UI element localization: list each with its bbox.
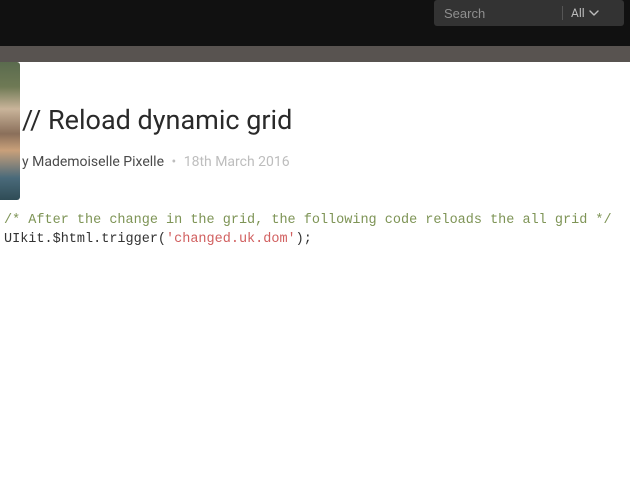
snippet-date: 18th March 2016: [184, 154, 290, 170]
search-divider: [562, 6, 563, 20]
byline-prefix: y: [22, 154, 29, 170]
content-area: // Reload dynamic grid y Mademoiselle Pi…: [0, 62, 630, 250]
search-container: All: [434, 0, 624, 26]
author-link[interactable]: Mademoiselle Pixelle: [32, 154, 164, 170]
filter-dropdown[interactable]: All: [571, 6, 599, 20]
meta-separator: •: [171, 154, 176, 170]
snippet-meta: y Mademoiselle Pixelle • 18th March 2016: [22, 154, 630, 170]
topbar: All: [0, 0, 630, 46]
search-input[interactable]: [444, 6, 554, 21]
snippet-title: // Reload dynamic grid: [22, 62, 630, 136]
code-call-head: UIkit.$html.trigger(: [4, 232, 166, 247]
code-call-tail: );: [296, 232, 312, 247]
avatar[interactable]: [0, 62, 20, 200]
banner-strip: [0, 46, 630, 62]
code-string: 'changed.uk.dom': [166, 232, 296, 247]
code-comment: /* After the change in the grid, the fol…: [4, 213, 612, 228]
chevron-down-icon: [589, 10, 599, 16]
filter-label: All: [571, 6, 585, 20]
code-block: /* After the change in the grid, the fol…: [4, 212, 630, 250]
